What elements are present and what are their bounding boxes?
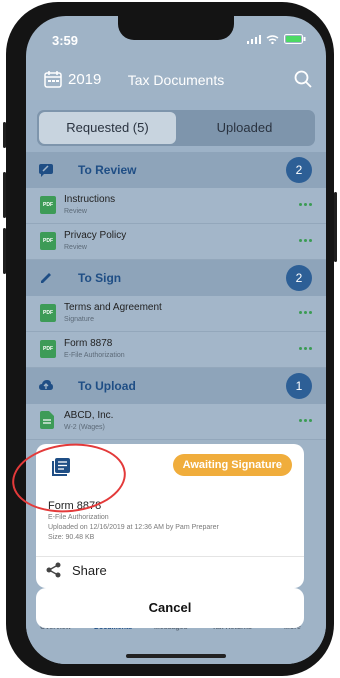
notch bbox=[118, 16, 234, 40]
divider bbox=[36, 556, 304, 557]
battery-icon bbox=[284, 34, 306, 44]
volume-up-button bbox=[3, 172, 6, 218]
document-icon bbox=[40, 411, 54, 429]
sheet-upload-info: Uploaded on 12/16/2019 at 12:36 AM by Pa… bbox=[48, 524, 219, 531]
segment-requested[interactable]: Requested (5) bbox=[39, 112, 176, 144]
cancel-button[interactable]: Cancel bbox=[36, 588, 304, 628]
share-label: Share bbox=[72, 562, 107, 578]
share-button[interactable]: Share bbox=[46, 562, 107, 578]
section-count-badge: 2 bbox=[286, 157, 312, 183]
search-icon bbox=[294, 70, 312, 88]
segment-uploaded[interactable]: Uploaded bbox=[176, 112, 313, 144]
list-item[interactable]: PDF Instructions Review bbox=[26, 188, 326, 224]
pdf-file-icon: PDF bbox=[40, 340, 56, 358]
more-options-icon[interactable] bbox=[299, 419, 312, 422]
sheet-document-subtitle: E-File Authorization bbox=[48, 514, 109, 521]
document-list: To Review 2 PDF Instructions Review PDF … bbox=[26, 152, 326, 440]
cloud-upload-icon bbox=[39, 380, 53, 390]
review-icon bbox=[39, 164, 53, 177]
share-icon bbox=[46, 562, 61, 578]
section-count-badge: 2 bbox=[286, 265, 312, 291]
segmented-control: Requested (5) Uploaded bbox=[37, 110, 315, 146]
search-button[interactable] bbox=[294, 70, 312, 93]
section-to-review[interactable]: To Review 2 bbox=[26, 152, 326, 188]
pencil-icon bbox=[41, 273, 51, 283]
item-subtitle: E-File Authorization bbox=[64, 352, 125, 359]
nav-bar: 2019 Tax Documents bbox=[26, 60, 326, 104]
item-title: Form 8878 bbox=[64, 338, 113, 349]
more-options-icon[interactable] bbox=[299, 347, 312, 350]
segment-bar: Requested (5) Uploaded bbox=[26, 100, 326, 152]
more-options-icon[interactable] bbox=[299, 239, 312, 242]
status-time: 3:59 bbox=[52, 33, 79, 48]
pdf-file-icon: PDF bbox=[40, 232, 56, 250]
status-icons bbox=[247, 34, 306, 44]
home-indicator bbox=[126, 654, 226, 658]
section-to-sign[interactable]: To Sign 2 bbox=[26, 260, 326, 296]
section-title: To Upload bbox=[78, 379, 136, 393]
list-item[interactable]: PDF Privacy Policy Review bbox=[26, 224, 326, 260]
section-to-upload[interactable]: To Upload 1 bbox=[26, 368, 326, 404]
item-subtitle: Signature bbox=[64, 316, 94, 323]
sheet-file-size: Size: 90.48 KB bbox=[48, 534, 95, 541]
item-subtitle: W-2 (Wages) bbox=[64, 424, 105, 431]
item-title: Instructions bbox=[64, 194, 116, 205]
item-title: Terms and Agreement bbox=[64, 302, 162, 313]
section-count-badge: 1 bbox=[286, 373, 312, 399]
screen: 3:59 2019 Tax Documents Requested (5) Up… bbox=[26, 16, 326, 664]
more-options-icon[interactable] bbox=[299, 203, 312, 206]
mute-switch bbox=[3, 122, 6, 148]
pdf-file-icon: PDF bbox=[40, 196, 56, 214]
list-item[interactable]: PDF Form 8878 E-File Authorization bbox=[26, 332, 326, 368]
section-title: To Sign bbox=[78, 271, 122, 285]
volume-down-button bbox=[3, 228, 6, 274]
item-title: Privacy Policy bbox=[64, 230, 127, 241]
list-item[interactable]: PDF Terms and Agreement Signature bbox=[26, 296, 326, 332]
page-title: Tax Documents bbox=[127, 72, 225, 88]
item-title: ABCD, Inc. bbox=[64, 410, 114, 421]
wifi-icon bbox=[266, 34, 279, 44]
status-badge: Awaiting Signature bbox=[172, 454, 292, 476]
pdf-file-icon: PDF bbox=[40, 304, 56, 322]
section-title: To Review bbox=[78, 163, 137, 177]
item-subtitle: Review bbox=[64, 244, 87, 251]
phone-frame: 3:59 2019 Tax Documents Requested (5) Up… bbox=[3, 2, 337, 676]
item-subtitle: Review bbox=[64, 208, 87, 215]
power-button bbox=[334, 192, 337, 262]
more-options-icon[interactable] bbox=[299, 311, 312, 314]
signal-icon bbox=[247, 34, 261, 44]
list-item[interactable]: ABCD, Inc. W-2 (Wages) bbox=[26, 404, 326, 440]
